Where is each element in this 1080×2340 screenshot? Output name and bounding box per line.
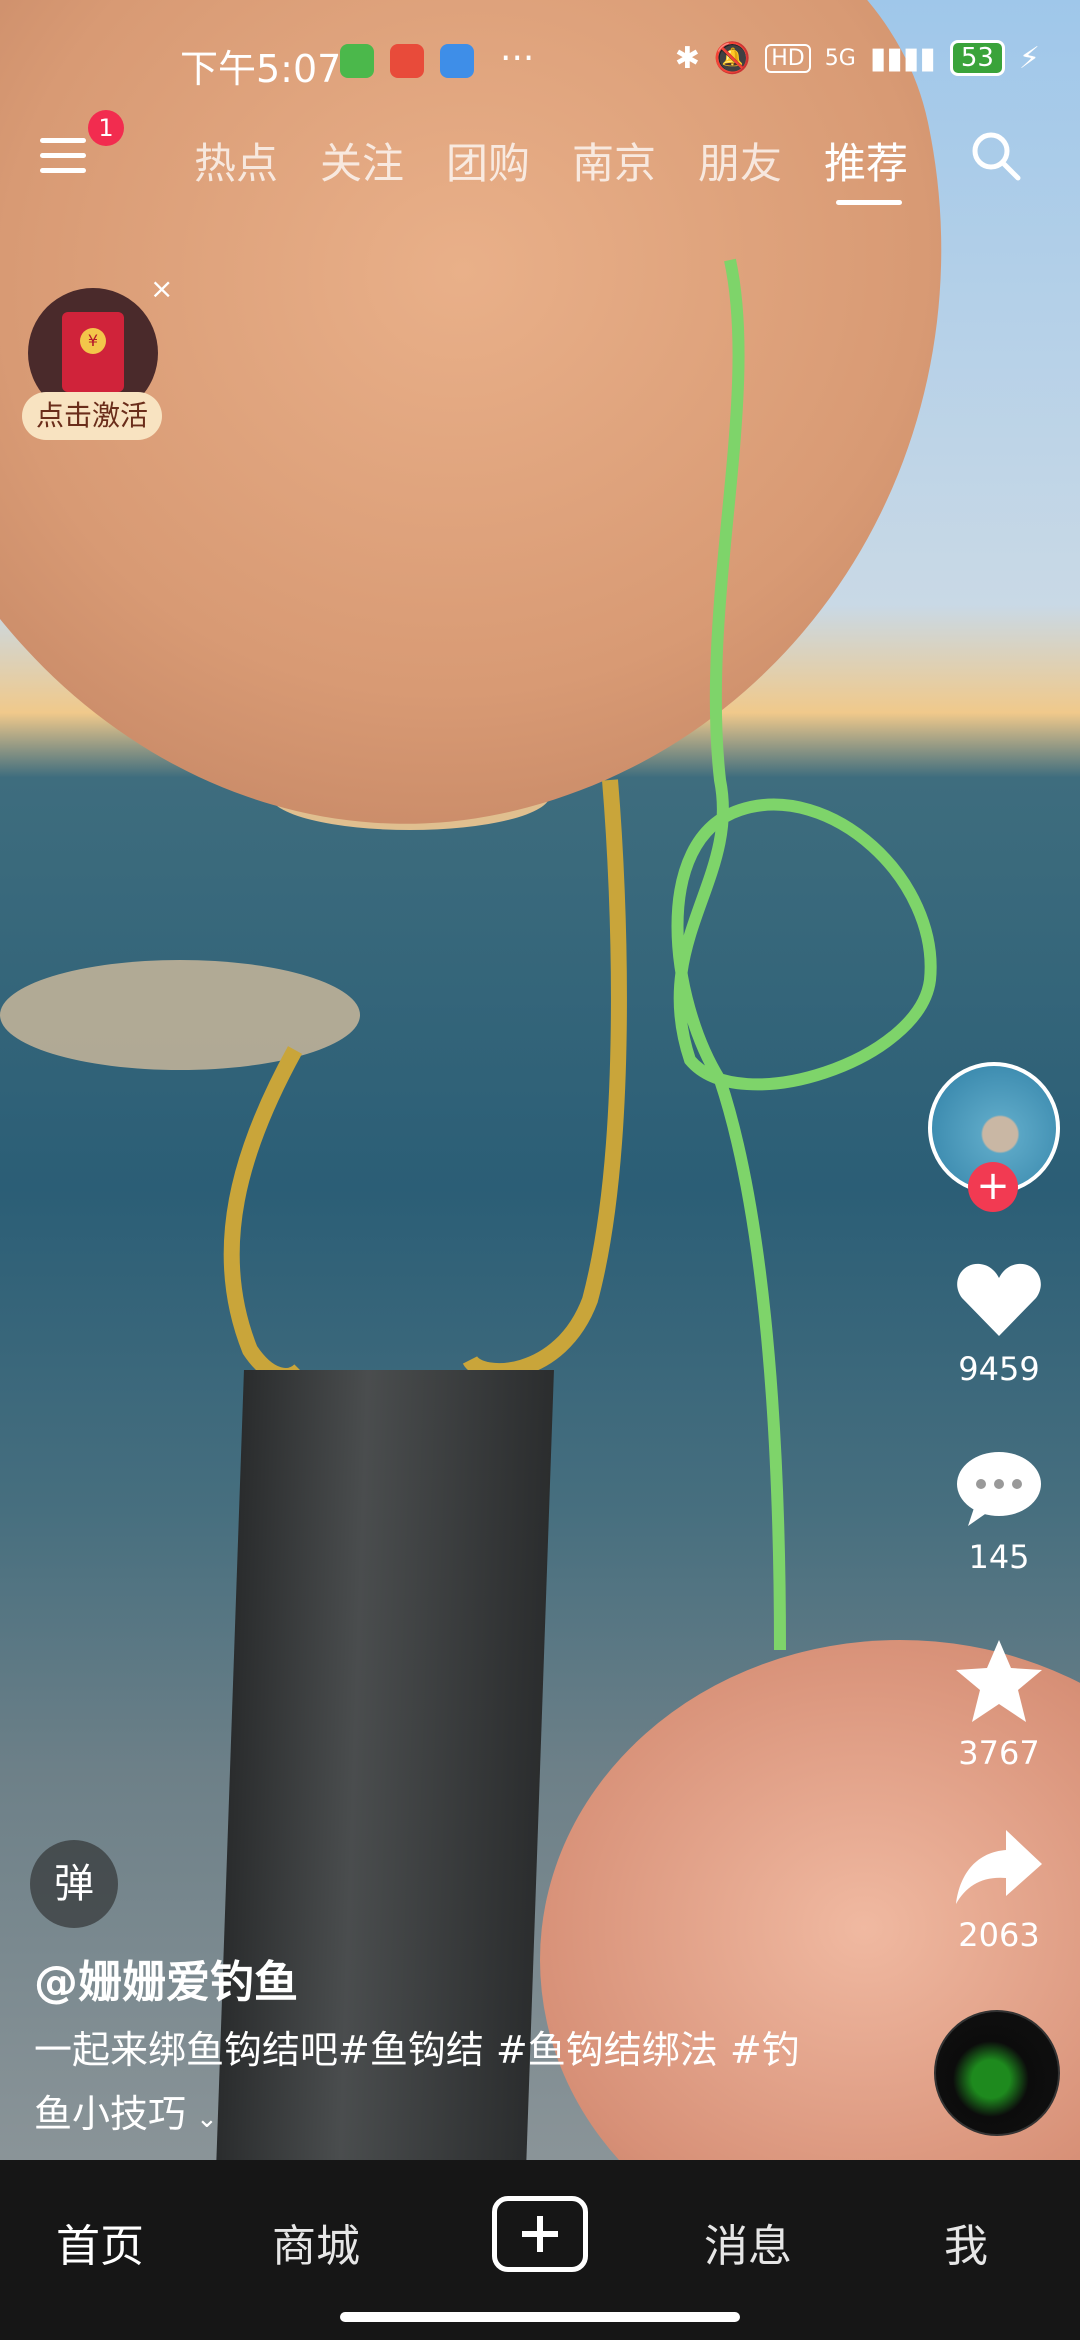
tab-hot[interactable]: 热点 <box>194 130 278 191</box>
music-disc[interactable] <box>934 2010 1060 2136</box>
status-bar: 下午5:07 ··· ✱ 🔕 HD 5G ▮▮▮▮ 53 ⚡ <box>0 0 1080 120</box>
create-plus-button[interactable] <box>492 2196 588 2272</box>
battery-indicator: 53 <box>949 40 1005 76</box>
search-icon[interactable] <box>968 128 1022 182</box>
signal-icon: ▮▮▮▮ <box>869 40 936 76</box>
network-label: 5G <box>824 45 856 71</box>
share-action[interactable]: 2063 <box>934 1826 1064 1954</box>
charging-icon: ⚡ <box>1018 40 1040 76</box>
home-indicator[interactable] <box>340 2312 740 2322</box>
hd-badge: HD <box>765 43 811 73</box>
video-description[interactable]: 一起来绑鱼钩结吧#鱼钩结 #鱼钩结绑法 #钓鱼小技巧 ⌄ <box>34 2018 834 2151</box>
bluetooth-icon: ✱ <box>674 40 700 76</box>
status-app-icon-58 <box>390 44 424 78</box>
author-name[interactable]: @姗姗爱钓鱼 <box>34 1946 298 2010</box>
tab-nanjing[interactable]: 南京 <box>572 130 656 191</box>
nav-messages[interactable]: 消息 <box>704 2210 792 2274</box>
status-time: 下午5:07 <box>180 47 342 91</box>
favorite-count: 3767 <box>958 1734 1040 1772</box>
red-packet-close-icon[interactable]: × <box>150 272 173 305</box>
status-app-icon-blue <box>440 44 474 78</box>
active-tab-indicator <box>836 200 902 205</box>
status-right: ✱ 🔕 HD 5G ▮▮▮▮ 53 ⚡ <box>675 40 1040 76</box>
red-packet-activate-button[interactable]: 点击激活 <box>22 392 162 440</box>
favorite-action[interactable]: 3767 <box>934 1638 1064 1772</box>
coin-icon: ¥ <box>80 328 106 354</box>
tab-friends[interactable]: 朋友 <box>698 130 782 191</box>
danmu-toggle-button[interactable]: 弹 <box>30 1840 118 1928</box>
heart-icon <box>957 1263 1041 1336</box>
share-arrow-icon <box>956 1830 1042 1904</box>
expand-chevron-icon[interactable]: ⌄ <box>196 2104 218 2134</box>
tab-following[interactable]: 关注 <box>320 130 404 191</box>
comment-count: 145 <box>968 1538 1030 1576</box>
comment-action[interactable]: 145 <box>934 1448 1064 1576</box>
tab-recommend[interactable]: 推荐 <box>824 130 908 191</box>
video-description-text: 一起来绑鱼钩结吧#鱼钩结 #鱼钩结绑法 #钓鱼小技巧 <box>34 2028 800 2136</box>
tab-group-buy[interactable]: 团购 <box>446 130 530 191</box>
like-count: 9459 <box>958 1350 1040 1388</box>
comment-icon <box>957 1452 1041 1526</box>
share-count: 2063 <box>958 1916 1040 1954</box>
nav-me[interactable]: 我 <box>944 2210 988 2274</box>
nav-home[interactable]: 首页 <box>56 2210 144 2274</box>
star-icon <box>956 1640 1042 1722</box>
mute-bell-icon: 🔕 <box>713 40 752 76</box>
video-player[interactable] <box>0 0 1080 2160</box>
follow-plus-button[interactable]: + <box>968 1162 1018 1212</box>
nav-mall[interactable]: 商城 <box>272 2210 360 2274</box>
bottom-navigation: 首页 商城 消息 我 <box>0 2160 1080 2340</box>
like-action[interactable]: 9459 <box>934 1260 1064 1388</box>
status-more-dots: ··· <box>500 38 535 79</box>
status-app-icon-green <box>340 44 374 78</box>
top-tabs: 热点 关注 团购 南京 朋友 推荐 <box>0 130 1080 210</box>
